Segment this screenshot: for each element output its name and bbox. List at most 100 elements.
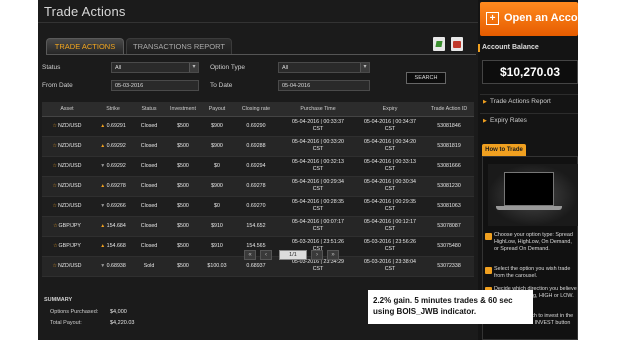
column-header[interactable]: Payout	[202, 102, 232, 117]
prev-page-button[interactable]: ‹	[260, 250, 272, 260]
strike-cell: ▼ 0.68938	[92, 256, 134, 277]
strike-cell: ▲ 0.69292	[92, 136, 134, 157]
column-header[interactable]: Trade Action ID	[424, 102, 474, 117]
search-button[interactable]: SEARCH	[406, 72, 446, 84]
column-header[interactable]: Expiry	[356, 102, 424, 117]
purchase-tz: CST	[312, 266, 324, 272]
investment-cell: $500	[164, 256, 202, 277]
strike-value: 154.684	[106, 223, 126, 229]
purchase-tz: CST	[312, 166, 324, 172]
how-to-trade-tab[interactable]: How to Trade	[482, 144, 526, 156]
payout-cell: $0	[202, 156, 232, 177]
investment-cell: $500	[164, 156, 202, 177]
option-type-select[interactable]: All ▾	[278, 62, 370, 73]
table-row[interactable]: ☆GBP/JPY ▲ 154.684 Closed $500 $910 154.652 05…	[42, 216, 474, 237]
from-date-input[interactable]: 05-03-2016	[111, 80, 199, 91]
column-header[interactable]: Purchase Time	[280, 102, 356, 117]
star-icon[interactable]: ☆	[52, 203, 56, 209]
arrow-up-icon: ▲	[100, 223, 106, 229]
expiry-tz: CST	[384, 126, 396, 132]
total-payout-value: $4,220.03	[110, 320, 135, 326]
status-select[interactable]: All ▾	[111, 62, 199, 73]
how-to-step-1: Choose your option type: Spread HighLow,…	[494, 232, 573, 252]
trade-id-cell: 53078087	[424, 216, 474, 237]
arrow-up-icon: ▲	[100, 243, 106, 249]
table-row[interactable]: ☆NZD/USD ▲ 0.69291 Closed $500 $900 0.69290 05…	[42, 116, 474, 137]
status-cell: Sold	[134, 256, 164, 277]
status-cell: Closed	[134, 176, 164, 197]
tab-trade-actions[interactable]: TRADE ACTIONS	[46, 38, 124, 54]
from-date-label: From Date	[42, 82, 73, 89]
trade-id-cell: 53075480	[424, 236, 474, 257]
table-row[interactable]: ☆NZD/USD ▼ 0.69266 Closed $500 $0 0.69270 05-0…	[42, 196, 474, 217]
asset-cell: ☆NZD/USD	[42, 136, 92, 157]
column-header[interactable]: Investment	[164, 102, 202, 117]
asset-name: NZD/USD	[57, 183, 82, 189]
table-row[interactable]: ☆NZD/USD ▼ 0.69292 Closed $500 $0 0.69294 05-0…	[42, 156, 474, 177]
payout-cell: $100.03	[202, 256, 232, 277]
closing-rate-cell: 154.652	[232, 216, 280, 237]
arrow-down-icon: ▼	[100, 163, 106, 169]
column-header[interactable]: Strike	[92, 102, 134, 117]
closing-rate-cell: 0.69290	[232, 116, 280, 137]
chevron-down-icon: ▾	[189, 63, 198, 72]
column-header[interactable]: Closing rate	[232, 102, 280, 117]
expiry-cell: 05-04-2016 | 00:29:35 CST	[356, 196, 424, 217]
star-icon[interactable]: ☆	[52, 163, 56, 169]
star-icon[interactable]: ☆	[53, 243, 57, 249]
star-icon[interactable]: ☆	[52, 183, 56, 189]
payout-cell: $910	[202, 216, 232, 237]
laptop-base-icon	[496, 206, 562, 210]
strike-value: 154.668	[106, 243, 126, 249]
payout-cell: $900	[202, 116, 232, 137]
asset-name: NZD/USD	[57, 203, 82, 209]
star-icon[interactable]: ☆	[52, 143, 56, 149]
expiry-tz: CST	[384, 146, 396, 152]
expiry-rates-link[interactable]: ▶ Expiry Rates	[480, 113, 578, 127]
table-row[interactable]: ☆NZD/USD ▲ 0.69292 Closed $500 $900 0.69288 05…	[42, 136, 474, 157]
tab-divider	[46, 54, 476, 55]
strike-cell: ▲ 0.69291	[92, 116, 134, 137]
trade-actions-report-link[interactable]: ▶ Trade Actions Report	[480, 94, 578, 108]
last-page-button[interactable]: »	[327, 250, 339, 260]
to-date-input[interactable]: 05-04-2016	[278, 80, 370, 91]
expiry-time: 05-03-2016 | 23:38:04	[363, 259, 417, 265]
strike-cell: ▲ 154.684	[92, 216, 134, 237]
star-icon[interactable]: ☆	[52, 123, 56, 129]
asset-name: NZD/USD	[57, 143, 82, 149]
strike-value: 0.69292	[106, 163, 126, 169]
purchase-time: 05-04-2016 | 00:29:34	[291, 179, 345, 185]
table-row[interactable]: ☆GBP/JPY ▲ 154.668 Closed $500 $910 154.565 05…	[42, 236, 474, 257]
table-row[interactable]: ☆NZD/USD ▼ 0.68938 Sold $500 $100.03 0.68937 0…	[42, 256, 474, 277]
trades-table: Asset Strike Status Investment Payout Closing…	[42, 102, 474, 277]
purchase-time: 05-03-2016 | 23:34:29	[291, 259, 345, 265]
expiry-tz: CST	[384, 206, 396, 212]
payout-cell: $900	[202, 136, 232, 157]
expiry-time: 05-04-2016 | 00:34:37	[363, 119, 417, 125]
star-icon[interactable]: ☆	[52, 263, 56, 269]
column-header[interactable]: Asset	[42, 102, 92, 117]
expiry-cell: 05-03-2016 | 23:38:04 CST	[356, 256, 424, 277]
page-number-input[interactable]: 1/1	[279, 250, 307, 260]
first-page-button[interactable]: «	[244, 250, 256, 260]
closing-rate-cell: 0.69288	[232, 136, 280, 157]
next-page-button[interactable]: ›	[311, 250, 323, 260]
table-body: ☆NZD/USD ▲ 0.69291 Closed $500 $900 0.69290 05…	[42, 116, 474, 277]
trade-id-cell: 53081666	[424, 156, 474, 177]
status-cell: Closed	[134, 236, 164, 257]
from-date-value: 05-03-2016	[115, 83, 144, 89]
tab-transactions-report[interactable]: TRANSACTIONS REPORT	[126, 38, 232, 54]
star-icon[interactable]: ☆	[53, 223, 57, 229]
expiry-time: 05-04-2016 | 00:34:20	[363, 139, 417, 145]
to-date-label: To Date	[210, 82, 233, 89]
purchase-time-cell: 05-04-2016 | 00:33:37 CST	[280, 116, 356, 137]
trade-id-cell: 53081063	[424, 196, 474, 217]
purchase-time-cell: 05-04-2016 | 00:28:35 CST	[280, 196, 356, 217]
excel-export-icon[interactable]	[433, 37, 445, 51]
pdf-export-icon[interactable]	[451, 37, 463, 51]
strike-cell: ▼ 0.69266	[92, 196, 134, 217]
table-row[interactable]: ☆NZD/USD ▲ 0.69278 Closed $500 $900 0.69278 05…	[42, 176, 474, 197]
open-account-button[interactable]: + Open an Accou	[480, 2, 578, 36]
column-header[interactable]: Status	[134, 102, 164, 117]
status-value: All	[115, 65, 122, 71]
